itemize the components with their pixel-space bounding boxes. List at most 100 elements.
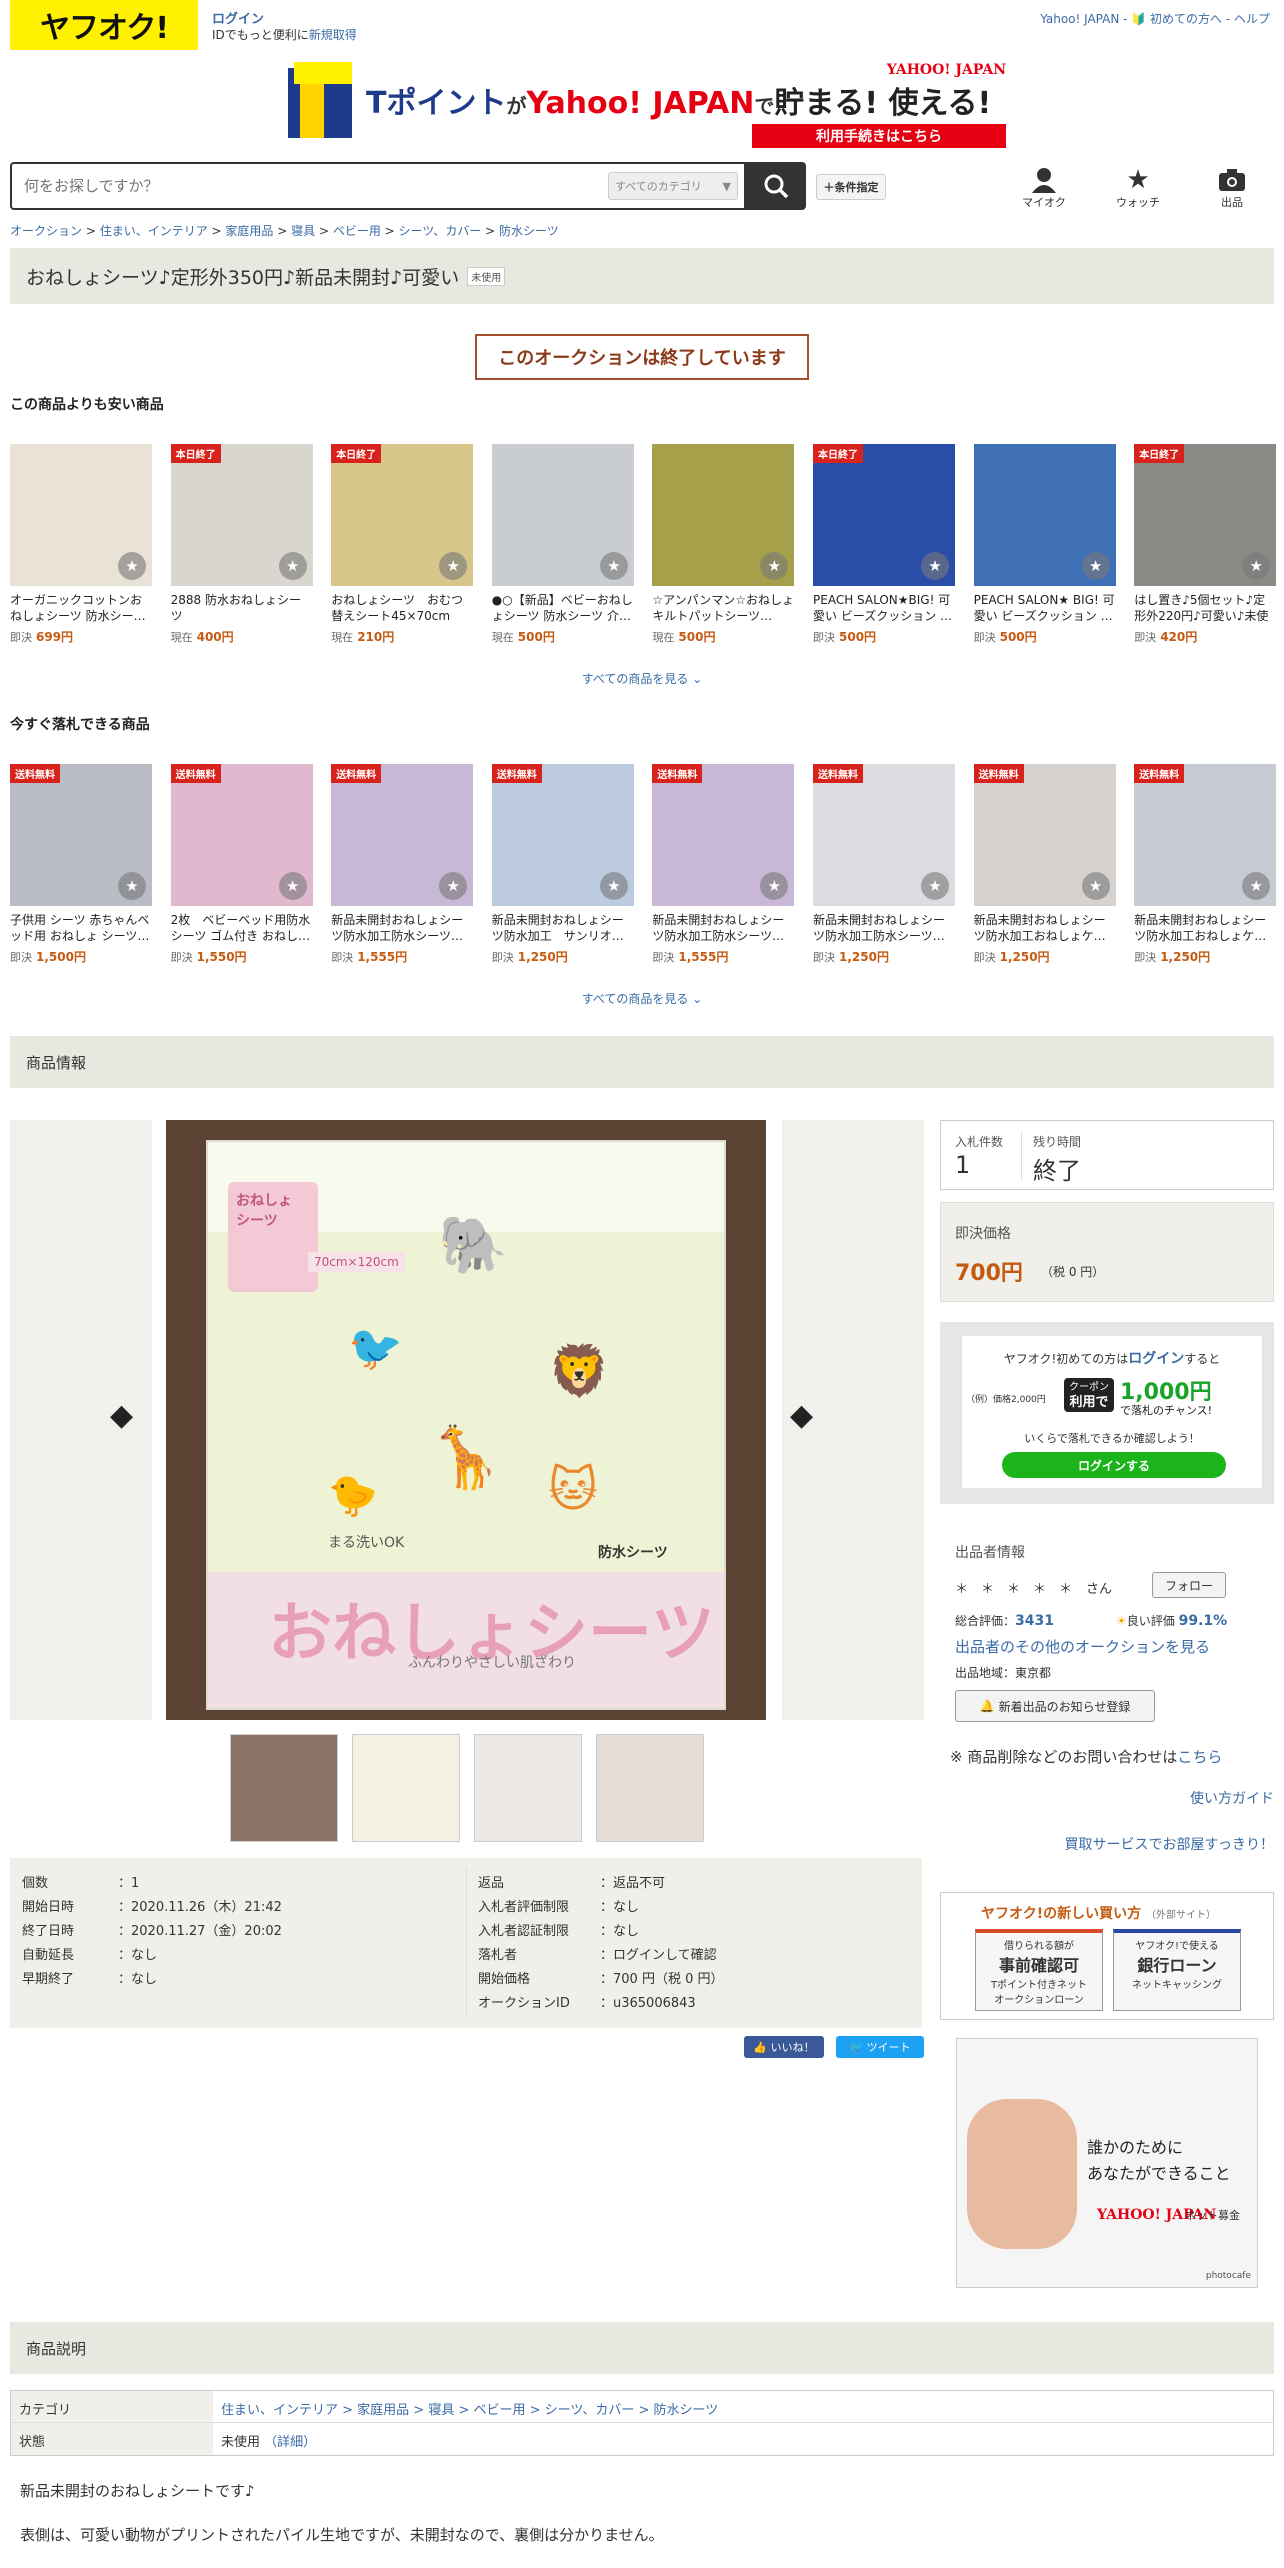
cheaper-card[interactable]: ★ オーガニックコットンおねしょシーツ 防水シー… 即決 699円 <box>10 444 152 645</box>
breadcrumb-item[interactable]: シーツ、カバー <box>399 224 482 238</box>
search-input[interactable] <box>12 164 602 208</box>
watch-star-icon[interactable]: ★ <box>1081 872 1110 900</box>
watch-star-icon[interactable]: ★ <box>760 872 789 900</box>
notify-button[interactable]: 🔔 新着出品のお知らせ登録 <box>955 1690 1155 1722</box>
watch-star-icon[interactable]: ★ <box>439 872 468 900</box>
watch-star-icon[interactable]: ★ <box>921 872 949 900</box>
watch-star-icon[interactable]: ★ <box>921 552 949 580</box>
good-value[interactable]: 99.1% <box>1179 1613 1228 1629</box>
buynow-card-image[interactable]: 送料無料 ★ <box>813 764 955 906</box>
buynow-card[interactable]: 送料無料 ★ 2枚 ベビーベッド用防水シーツ ゴム付き おねし… 即決 1,550円 <box>170 764 313 965</box>
cheaper-card-image[interactable]: ★ <box>491 444 634 586</box>
buynow-card-image[interactable]: 送料無料 ★ <box>1134 764 1277 906</box>
bank-loan-link[interactable]: ヤフオク!で使える 銀行ローン ネットキャッシング <box>1113 1929 1241 2011</box>
giraffe-print-icon: 🦒 <box>428 1423 503 1493</box>
buynow-card-image[interactable]: 送料無料 ★ <box>10 764 152 906</box>
buynow-card-image[interactable]: 送料無料 ★ <box>331 764 474 906</box>
buy-service-link[interactable]: 買取サービスでお部屋すっきり！ <box>1065 1834 1274 1854</box>
search-button[interactable] <box>746 162 806 210</box>
buynow-card[interactable]: 送料無料 ★ 新品未開封おねしょシーツ防水加工防水シーツ… 即決 1,250円 <box>813 764 955 965</box>
breadcrumb-item[interactable]: ベビー用 <box>333 224 381 238</box>
cheaper-card-image[interactable]: ★ <box>652 444 795 586</box>
buynow-card-image[interactable]: 送料無料 ★ <box>652 764 795 906</box>
watch-star-icon[interactable]: ★ <box>760 552 789 580</box>
cheaper-card[interactable]: ★ ●○【新品】ベビーおねしょシーツ 防水シーツ 介… 現在 500円 <box>491 444 634 645</box>
sell-link[interactable]: 出品 <box>1202 166 1262 210</box>
gallery-thumb-1[interactable] <box>230 1734 338 1842</box>
detail-key[interactable]: 自動延長 <box>22 1944 74 1963</box>
buynow-card-image[interactable]: 送料無料 ★ <box>491 764 634 906</box>
condition-detail-link[interactable]: （詳細） <box>264 2435 316 2450</box>
gallery-thumb-2[interactable] <box>352 1734 460 1842</box>
cheaper-card-image[interactable]: 本日終了 ★ <box>170 444 313 586</box>
buynow-card[interactable]: 送料無料 ★ 新品未開封おねしょシーツ防水加工おねしょケ… 即決 1,250円 <box>973 764 1116 965</box>
breadcrumb-item[interactable]: 住まい、インテリア <box>100 224 208 238</box>
preapproval-link[interactable]: 借りられる額が 事前確認可 Tポイント付きネット オークションローン <box>975 1929 1103 2011</box>
detail-key[interactable]: 入札者評価制限 <box>478 1896 569 1915</box>
facebook-like-button[interactable]: 👍 いいね！ <box>744 2036 824 2058</box>
buynow-card[interactable]: 送料無料 ★ 新品未開封おねしょシーツ防水加工おねしょケ… 即決 1,250円 <box>1134 764 1277 965</box>
breadcrumb-item[interactable]: 寝具 <box>291 224 315 238</box>
banner-cta[interactable]: 利用手続きはこちら <box>752 124 1006 148</box>
watch-star-icon[interactable]: ★ <box>599 552 628 580</box>
buynow-card-image[interactable]: 送料無料 ★ <box>973 764 1116 906</box>
follow-button[interactable]: フォロー <box>1152 1572 1226 1598</box>
detail-key[interactable]: 早期終了 <box>22 1968 74 1987</box>
tweet-button[interactable]: 🐦 ツイート <box>836 2036 924 2058</box>
tpoint-banner[interactable]: TポイントがYahoo! JAPANで貯まる! 使える! YAHOO! JAPA… <box>286 62 1006 152</box>
gallery-thumb-3[interactable] <box>474 1734 582 1842</box>
next-arrow-icon[interactable]: ◆ <box>790 1398 813 1433</box>
breadcrumb-item[interactable]: オークション <box>10 224 82 238</box>
watch-star-icon[interactable]: ★ <box>1242 552 1271 580</box>
watch-star-icon[interactable]: ★ <box>439 552 468 580</box>
cheaper-card-image[interactable]: ★ <box>973 444 1116 586</box>
inquiry-link[interactable]: こちら <box>1177 1748 1222 1766</box>
login-link[interactable]: ログイン <box>212 8 264 27</box>
buynow-card[interactable]: 送料無料 ★ 新品未開封おねしょシーツ防水加工防水シーツ… 即決 1,555円 <box>652 764 795 965</box>
watch-star-icon[interactable]: ★ <box>599 872 628 900</box>
register-link[interactable]: 新規取得 <box>309 28 357 42</box>
breadcrumb-item[interactable]: 家庭用品 <box>225 224 273 238</box>
cheaper-card-image[interactable]: ★ <box>10 444 152 586</box>
promo-login-button[interactable]: ログインする <box>1002 1452 1226 1478</box>
cheaper-card-image[interactable]: 本日終了 ★ <box>813 444 955 586</box>
buynow-card[interactable]: 送料無料 ★ 子供用 シーツ 赤ちゃんベッド用 おねしょ シーツ… 即決 1,500円 <box>10 764 152 965</box>
watch-star-icon[interactable]: ★ <box>118 872 146 900</box>
top-links[interactable]: Yahoo! JAPAN - 🔰 初めての方へ - ヘルプ <box>1040 10 1270 27</box>
gallery-main-image[interactable]: おねしょ シーツ 70cm×120cm 🐘 🐦 🦁 🦒 🐤 🐱 まる洗いOK 防水… <box>166 1120 766 1720</box>
conditions-button[interactable]: ＋条件指定 <box>816 174 886 200</box>
category-path-link[interactable]: 住まい、インテリア > 家庭用品 > 寝具 > ベビー用 > シーツ、カバー >… <box>213 2391 1273 2422</box>
detail-key[interactable]: 入札者認証制限 <box>478 1920 569 1939</box>
breadcrumb-item[interactable]: 防水シーツ <box>499 224 559 238</box>
watch-link[interactable]: ★ ウォッチ <box>1108 165 1168 210</box>
buynow-card[interactable]: 送料無料 ★ 新品未開封おねしょシーツ防水加工防水シーツ… 即決 1,555円 <box>331 764 474 965</box>
cheaper-card[interactable]: 本日終了 ★ 2888 防水おねしょシーツ 現在 400円 <box>170 444 313 645</box>
cheaper-card[interactable]: 本日終了 ★ おねしょシーツ おむつ替えシート45×70cm 現在 210円 <box>331 444 474 645</box>
gallery-thumb-4[interactable] <box>596 1734 704 1842</box>
watch-star-icon[interactable]: ★ <box>278 552 307 580</box>
ad-banner[interactable]: 誰かのために あなたができること YAHOO! JAPAN ネット募金 photo… <box>956 2038 1258 2288</box>
buynow-card[interactable]: 送料無料 ★ 新品未開封おねしょシーツ防水加工 サンリオ… 即決 1,250円 <box>491 764 634 965</box>
watch-star-icon[interactable]: ★ <box>1242 872 1271 900</box>
detail-value[interactable]: ：ログインして確認 <box>600 1944 717 1963</box>
prev-arrow-icon[interactable]: ◆ <box>110 1398 133 1433</box>
buynow-card-image[interactable]: 送料無料 ★ <box>170 764 313 906</box>
cheaper-card[interactable]: ★ ☆アンパンマン☆おねしょキルトパットシーツ… 現在 500円 <box>652 444 795 645</box>
cheaper-more-link[interactable]: すべての商品を見る ⌄ <box>0 670 1284 687</box>
watch-star-icon[interactable]: ★ <box>118 552 146 580</box>
watch-star-icon[interactable]: ★ <box>278 872 307 900</box>
cheaper-card[interactable]: 本日終了 ★ PEACH SALON★BIG! 可愛い ビーズクッション … 即決 50… <box>813 444 955 645</box>
myauction-link[interactable]: マイオク <box>1014 166 1074 210</box>
rating-value[interactable]: 3431 <box>1015 1613 1054 1629</box>
cheaper-card-image[interactable]: 本日終了 ★ <box>1134 444 1277 586</box>
cheaper-card[interactable]: 本日終了 ★ はし置き♪5個セット♪定形外220円♪可愛い♪未使用即決420円 <box>1134 444 1277 645</box>
cheaper-card[interactable]: ★ PEACH SALON★ BIG! 可愛い ビーズクッション … 即決 500円 <box>973 444 1116 645</box>
category-select[interactable]: すべてのカテゴリ ▼ <box>608 172 738 200</box>
seller-name[interactable]: ＊ ＊ ＊ ＊ ＊ さん <box>955 1578 1112 1597</box>
buynow-more-link[interactable]: すべての商品を見る ⌄ <box>0 990 1284 1007</box>
guide-link[interactable]: 使い方ガイド <box>1190 1788 1274 1808</box>
cheaper-card-image[interactable]: 本日終了 ★ <box>331 444 474 586</box>
yafuoku-logo[interactable]: ヤフオク! <box>10 0 198 50</box>
seller-other-auctions-link[interactable]: 出品者のその他のオークションを見る <box>955 1636 1210 1657</box>
watch-star-icon[interactable]: ★ <box>1081 552 1110 580</box>
